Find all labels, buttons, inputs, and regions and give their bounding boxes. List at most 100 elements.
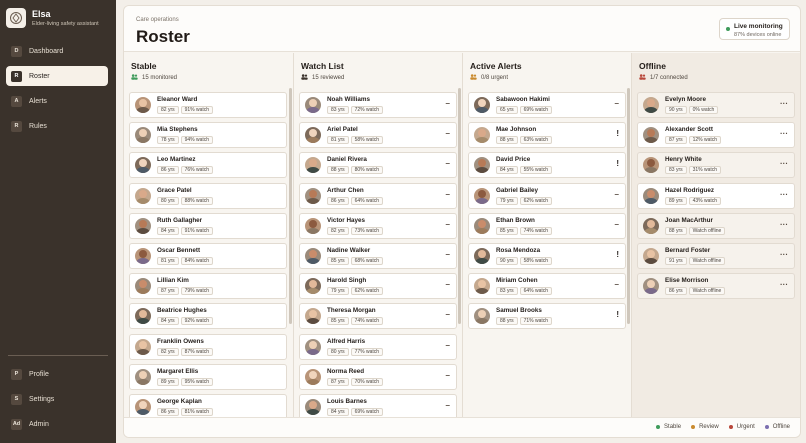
nav-alerts[interactable]: A Alerts <box>6 91 108 111</box>
resident-card[interactable]: Henry White 83 yrs 31% watch ··· <box>637 152 795 179</box>
avatar <box>135 187 151 204</box>
resident-card[interactable]: Daniel Rivera 88 yrs 80% watch – <box>299 152 457 179</box>
avatar <box>643 278 659 295</box>
resident-card[interactable]: Miriam Cohen 83 yrs 64% watch – <box>468 273 626 300</box>
avatar <box>135 247 151 264</box>
column-scrollbar[interactable] <box>458 88 461 324</box>
resident-card[interactable]: Hazel Rodriguez 89 yrs 43% watch ··· <box>637 182 795 209</box>
resident-card[interactable]: Harold Singh 79 yrs 62% watch – <box>299 273 457 300</box>
resident-card[interactable]: Alexander Scott 87 yrs 12% watch ··· <box>637 122 795 149</box>
resident-name: Alfred Harris <box>327 337 366 345</box>
resident-tags: 84 yrs 55% watch <box>496 166 554 175</box>
resident-card[interactable]: Leo Martinez 86 yrs 76% watch <box>129 152 287 179</box>
status-legend-bar: Stable Review Urgent Offline <box>124 417 800 437</box>
collapse-icon[interactable]: – <box>446 190 450 199</box>
nav-roster[interactable]: R Roster <box>6 66 108 86</box>
resident-card[interactable]: Ethan Brown 85 yrs 74% watch – <box>468 212 626 239</box>
more-options-icon[interactable]: ··· <box>780 220 788 229</box>
more-options-icon[interactable]: ··· <box>780 99 788 108</box>
app-name: Elsa <box>32 9 51 19</box>
nav-admin[interactable]: Ad Admin <box>6 414 108 434</box>
collapse-icon[interactable]: – <box>615 280 619 289</box>
resident-card[interactable]: Elise Morrison 86 yrs Watch offline ··· <box>637 273 795 300</box>
collapse-icon[interactable]: – <box>615 190 619 199</box>
urgent-flag-icon[interactable]: ! <box>616 129 619 138</box>
legend-item-review: Review <box>691 424 719 430</box>
resident-tags: 88 yrs 71% watch <box>496 317 554 326</box>
resident-name: Evelyn Moore <box>665 96 706 103</box>
more-options-icon[interactable]: ··· <box>780 250 788 259</box>
resident-tags: 85 yrs 68% watch <box>327 256 385 265</box>
avatar <box>643 187 659 204</box>
watch-badge: 55% watch <box>519 166 553 175</box>
resident-card[interactable]: Joan MacArthur 88 yrs Watch offline ··· <box>637 212 795 239</box>
resident-card[interactable]: Oscar Bennett 81 yrs 84% watch <box>129 242 287 269</box>
resident-card[interactable]: George Kaplan 86 yrs 81% watch <box>129 393 287 418</box>
resident-card[interactable]: Margaret Ellis 89 yrs 95% watch <box>129 363 287 390</box>
watch-badge: 88% watch <box>180 196 214 205</box>
collapse-icon[interactable]: – <box>446 129 450 138</box>
watch-badge: 77% watch <box>350 347 384 356</box>
watch-badge: 64% watch <box>350 196 384 205</box>
more-options-icon[interactable]: ··· <box>780 280 788 289</box>
avatar <box>643 97 659 113</box>
urgent-flag-icon[interactable]: ! <box>616 250 619 259</box>
resident-card[interactable]: Bernard Foster 91 yrs Watch offline ··· <box>637 242 795 269</box>
collapse-icon[interactable]: – <box>446 310 450 319</box>
resident-card[interactable]: Sabawoon Hakimi 65 yrs 69% watch – <box>468 92 626 118</box>
column-scrollbar[interactable] <box>289 88 292 324</box>
resident-card[interactable]: Lillian Kim 87 yrs 79% watch <box>129 273 287 300</box>
urgent-flag-icon[interactable]: ! <box>616 159 619 168</box>
collapse-icon[interactable]: – <box>446 220 450 229</box>
avatar <box>474 157 490 174</box>
resident-card[interactable]: Theresa Morgan 85 yrs 74% watch – <box>299 303 457 330</box>
resident-card[interactable]: Alfred Harris 80 yrs 77% watch – <box>299 333 457 360</box>
resident-card[interactable]: Samuel Brooks 88 yrs 71% watch! <box>468 303 626 330</box>
resident-card[interactable]: Louis Barnes 84 yrs 69% watch – <box>299 393 457 418</box>
age-badge: 88 yrs <box>496 136 518 145</box>
more-options-icon[interactable]: ··· <box>780 129 788 138</box>
nav-rules[interactable]: R Rules <box>6 116 108 136</box>
collapse-icon[interactable]: – <box>446 280 450 289</box>
resident-card[interactable]: Gabriel Bailey 79 yrs 62% watch – <box>468 182 626 209</box>
resident-card[interactable]: Evelyn Moore 90 yrs 0% watch ··· <box>637 92 795 118</box>
collapse-icon[interactable]: – <box>446 99 450 108</box>
resident-card[interactable]: Rosa Mendoza 90 yrs 58% watch! <box>468 242 626 269</box>
resident-card[interactable]: Grace Patel 80 yrs 88% watch <box>129 182 287 209</box>
resident-card[interactable]: Franklin Owens 82 yrs 87% watch <box>129 333 287 360</box>
column-scrollbar[interactable] <box>627 88 630 324</box>
collapse-icon[interactable]: – <box>446 159 450 168</box>
collapse-icon[interactable]: – <box>615 99 619 108</box>
resident-card[interactable]: Nadine Walker 85 yrs 68% watch – <box>299 242 457 269</box>
collapse-icon[interactable]: – <box>615 220 619 229</box>
nav-label: Admin <box>29 420 49 428</box>
resident-card[interactable]: Noah Williams 83 yrs 72% watch – <box>299 92 457 118</box>
resident-tags: 82 yrs 73% watch <box>327 226 385 235</box>
resident-card[interactable]: David Price 84 yrs 55% watch! <box>468 152 626 179</box>
resident-name: Margaret Ellis <box>157 367 199 375</box>
resident-card[interactable]: Eleanor Ward 82 yrs 91% watch <box>129 92 287 118</box>
urgent-flag-icon[interactable]: ! <box>616 310 619 319</box>
resident-card[interactable]: Arthur Chen 86 yrs 64% watch – <box>299 182 457 209</box>
resident-card[interactable]: Ariel Patel 81 yrs 58% watch – <box>299 122 457 149</box>
collapse-icon[interactable]: – <box>446 341 450 350</box>
collapse-icon[interactable]: – <box>446 371 450 380</box>
age-badge: 91 yrs <box>665 256 687 265</box>
resident-card[interactable]: Norma Reed 87 yrs 70% watch – <box>299 363 457 390</box>
resident-card[interactable]: Beatrice Hughes 84 yrs 92% watch <box>129 303 287 330</box>
more-options-icon[interactable]: ··· <box>780 190 788 199</box>
resident-card[interactable]: Mae Johnson 88 yrs 63% watch! <box>468 122 626 149</box>
nav-profile[interactable]: P Profile <box>6 364 108 384</box>
more-options-icon[interactable]: ··· <box>780 159 788 168</box>
nav-dashboard[interactable]: D Dashboard <box>6 41 108 61</box>
resident-card[interactable]: Ruth Gallagher 84 yrs 91% watch <box>129 212 287 239</box>
collapse-icon[interactable]: – <box>446 401 450 410</box>
live-monitoring-status[interactable]: Live monitoring 87% devices online <box>719 18 790 40</box>
collapse-icon[interactable]: – <box>446 250 450 259</box>
resident-card[interactable]: Victor Hayes 82 yrs 73% watch – <box>299 212 457 239</box>
nav-settings[interactable]: S Settings <box>6 389 108 409</box>
watch-badge: 69% watch <box>350 407 384 416</box>
resident-card[interactable]: Mia Stephens 78 yrs 94% watch <box>129 122 287 149</box>
resident-name: Grace Patel <box>157 186 192 194</box>
resident-name: Ethan Brown <box>496 216 535 224</box>
